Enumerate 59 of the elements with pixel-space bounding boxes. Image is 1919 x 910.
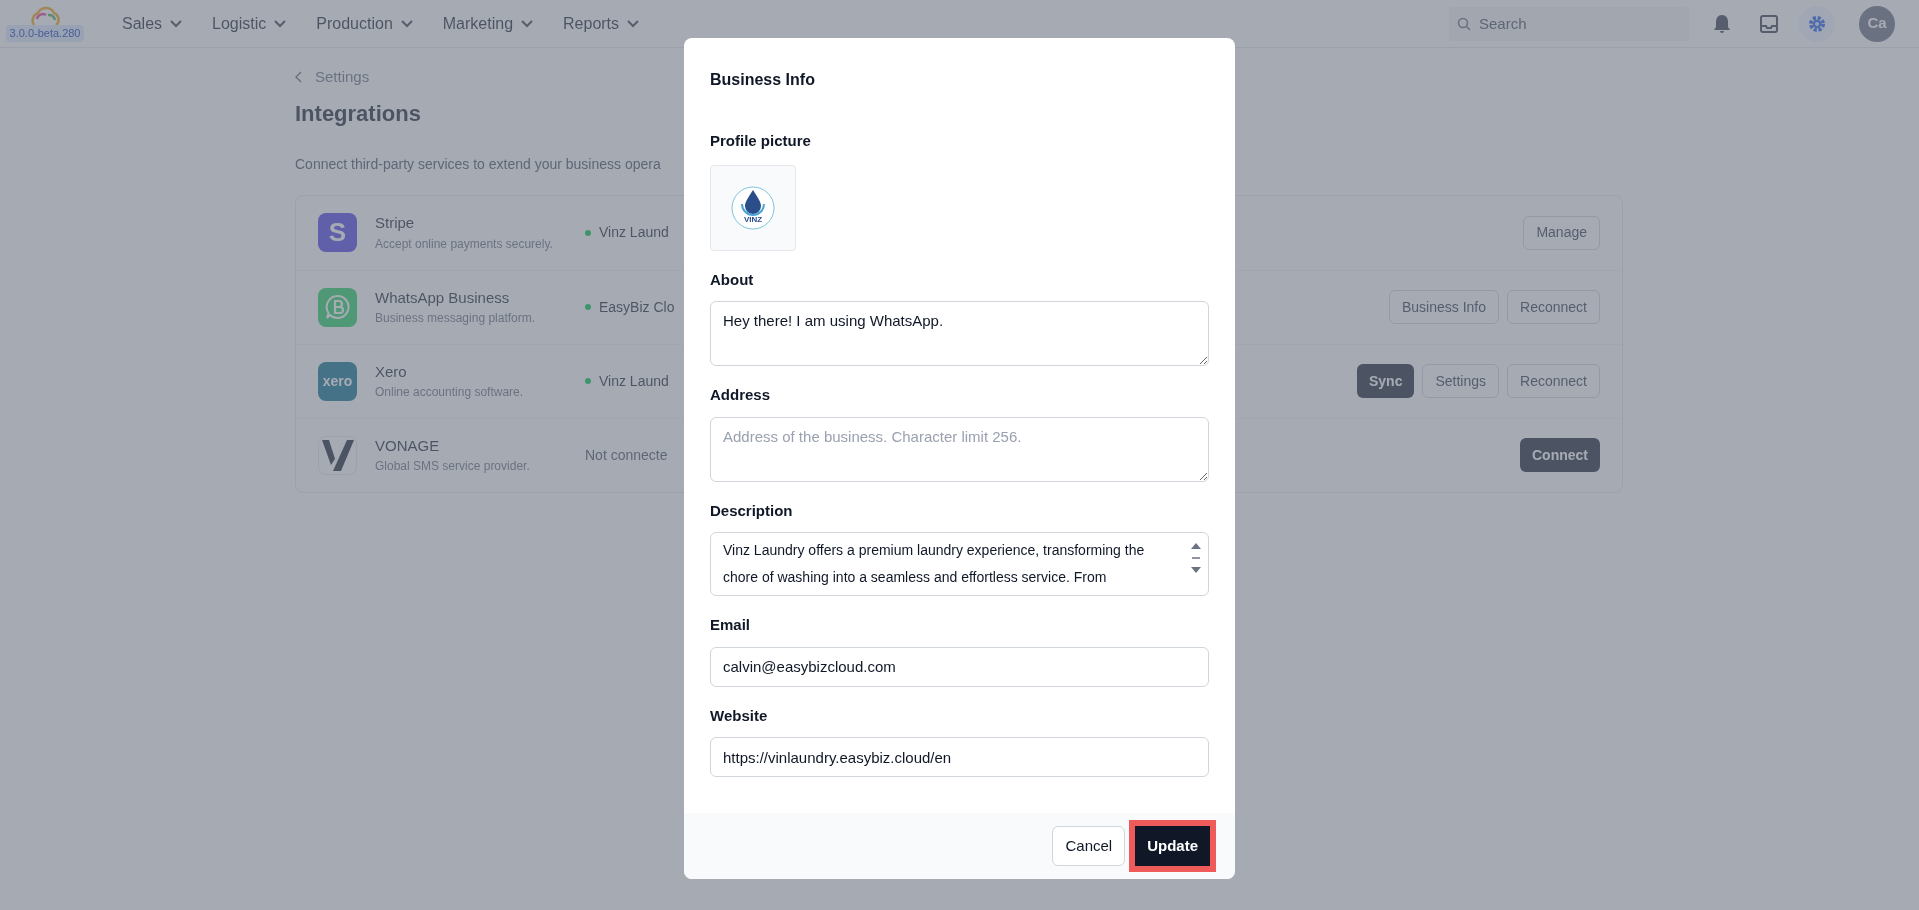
chevron-down-icon xyxy=(274,19,287,28)
connection-status: Vinz Laund xyxy=(599,371,669,391)
nav-menu[interactable]: Sales xyxy=(122,11,183,36)
action-button[interactable]: Connect xyxy=(1520,438,1600,472)
integration-description: Online accounting software. xyxy=(375,384,525,402)
chevron-down-icon xyxy=(170,19,183,28)
page-description: Connect third-party services to extend your business opera xyxy=(295,154,662,174)
text-area[interactable]: Vinz Laundry offers a premium laundry experience, transforming the chore of washing into a seamless and effortless service. From xyxy=(710,532,1209,596)
integration-description: Global SMS service provider. xyxy=(375,458,531,476)
action-button[interactable]: Settings xyxy=(1422,364,1500,398)
user-avatar[interactable]: Ca xyxy=(1859,5,1895,42)
connection-status: Vinz Laund xyxy=(599,223,669,242)
laundry-logo-drawing: VINZ xyxy=(730,183,776,232)
search-field[interactable]: Search xyxy=(1449,6,1689,41)
whatsapp-business-logo xyxy=(318,287,357,327)
integration-name: VONAGE xyxy=(375,435,441,456)
field-label: About xyxy=(710,269,755,290)
settings-button[interactable] xyxy=(1799,5,1835,42)
action-button[interactable]: Manage xyxy=(1523,215,1600,250)
stripe-logo: S xyxy=(318,213,357,252)
field-label: Website xyxy=(710,705,769,726)
action-button[interactable]: Reconnect xyxy=(1507,290,1600,324)
xero-logo: xero xyxy=(318,361,357,401)
integration-description: Accept online payments securely. xyxy=(375,235,554,253)
inbox-icon[interactable] xyxy=(1759,13,1779,34)
connection-status: EasyBiz Clo xyxy=(599,297,675,317)
page-title: Integrations xyxy=(295,99,422,128)
settings-icon xyxy=(1807,13,1827,34)
integration-description: Business messaging platform. xyxy=(375,310,537,328)
profile-picture[interactable]: VINZ xyxy=(710,164,796,251)
integration-name: Xero xyxy=(375,361,408,382)
action-button[interactable]: Reconnect xyxy=(1507,364,1600,398)
field-label: Description xyxy=(710,500,794,521)
chevron-left-icon xyxy=(295,71,303,84)
field-label: Address xyxy=(710,385,772,405)
bell-icon[interactable] xyxy=(1713,13,1731,34)
chevron-down-icon xyxy=(521,19,534,28)
integration-name: Stripe xyxy=(375,213,416,234)
dialog-title: Business Info xyxy=(710,70,816,90)
field-label: Email xyxy=(710,615,752,635)
nav-menu[interactable]: Production xyxy=(316,11,413,36)
nav-menu[interactable]: Marketing xyxy=(442,11,534,36)
chevron-down-icon xyxy=(400,19,413,28)
text-area[interactable]: Address of the business. Character limit 256. xyxy=(710,416,1209,482)
version-badge: 3.0.0-beta.280 xyxy=(5,25,85,42)
chevron-down-icon xyxy=(627,19,640,28)
connection-status: Not connecte xyxy=(585,445,668,465)
action-button[interactable]: Business Info xyxy=(1389,290,1500,324)
back-link[interactable]: Settings xyxy=(295,66,370,89)
text-field[interactable]: https://vinlaundry.easybiz.cloud/en xyxy=(710,737,1209,777)
cancel-button[interactable]: Cancel xyxy=(1052,826,1126,866)
vonage-logo xyxy=(318,435,357,475)
text-area[interactable]: Hey there! I am using WhatsApp. xyxy=(710,301,1209,366)
integration-name: WhatsApp Business xyxy=(375,287,511,308)
action-button[interactable]: Sync xyxy=(1357,364,1415,398)
field-label: Profile picture xyxy=(710,131,812,151)
nav-menu[interactable]: Logistic xyxy=(212,11,287,36)
text-field[interactable]: calvin@easybizcloud.com xyxy=(710,646,1209,687)
nav-menu[interactable]: Reports xyxy=(563,11,640,36)
